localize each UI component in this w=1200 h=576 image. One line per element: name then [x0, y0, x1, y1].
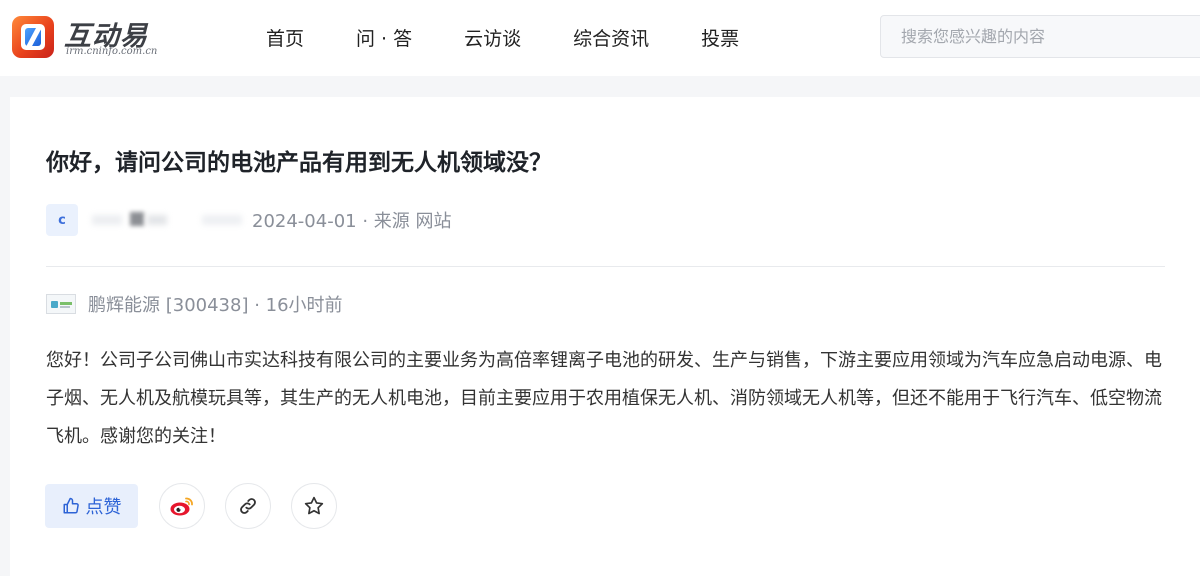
asker-avatar[interactable]: c — [46, 204, 78, 236]
weibo-icon — [170, 497, 193, 516]
company-logo-icon[interactable] — [46, 294, 76, 314]
search-input[interactable] — [901, 27, 1200, 46]
copy-link-button[interactable] — [225, 483, 271, 529]
divider — [46, 266, 1165, 267]
company-name-time[interactable]: 鹏辉能源 [300438] · 16小时前 — [88, 291, 343, 317]
action-bar: 点赞 — [45, 483, 337, 529]
question-title: 你好，请问公司的电池产品有用到无人机领域没？ — [46, 150, 552, 176]
nav-cloud-interview[interactable]: 云访谈 — [464, 24, 521, 51]
search-box[interactable] — [880, 15, 1200, 58]
header: 互动易 irm.cninfo.com.cn 首页 问 · 答 云访谈 综合资讯 … — [0, 0, 1200, 76]
logo-mark-icon — [12, 16, 54, 58]
asker-name-redacted — [92, 204, 242, 236]
like-button[interactable]: 点赞 — [45, 484, 138, 528]
answer-text: 您好！公司子公司佛山市实达科技有限公司的主要业务为高倍率锂离子电池的研发、生产与… — [46, 350, 1162, 447]
main-nav: 首页 问 · 答 云访谈 综合资讯 投票 — [266, 22, 791, 52]
like-label: 点赞 — [85, 497, 122, 518]
question-card: 你好，请问公司的电池产品有用到无人机领域没？ c 2024-04-01 · 来源… — [10, 97, 1200, 576]
nav-home[interactable]: 首页 — [266, 24, 304, 51]
logo-subtitle: irm.cninfo.com.cn — [66, 46, 158, 57]
nav-qa[interactable]: 问 · 答 — [356, 24, 412, 51]
answer-header: 鹏辉能源 [300438] · 16小时前 — [46, 291, 343, 317]
thumbs-up-icon — [63, 497, 79, 514]
share-weibo-button[interactable] — [159, 483, 205, 529]
nav-vote[interactable]: 投票 — [701, 24, 739, 51]
favorite-button[interactable] — [291, 483, 337, 529]
site-logo[interactable]: 互动易 irm.cninfo.com.cn — [12, 14, 172, 60]
star-icon — [304, 496, 324, 515]
question-date-source: 2024-04-01 · 来源 网站 — [252, 211, 452, 232]
question-meta: c 2024-04-01 · 来源 网站 — [46, 204, 452, 236]
nav-news[interactable]: 综合资讯 — [573, 24, 649, 51]
link-icon — [240, 498, 256, 514]
